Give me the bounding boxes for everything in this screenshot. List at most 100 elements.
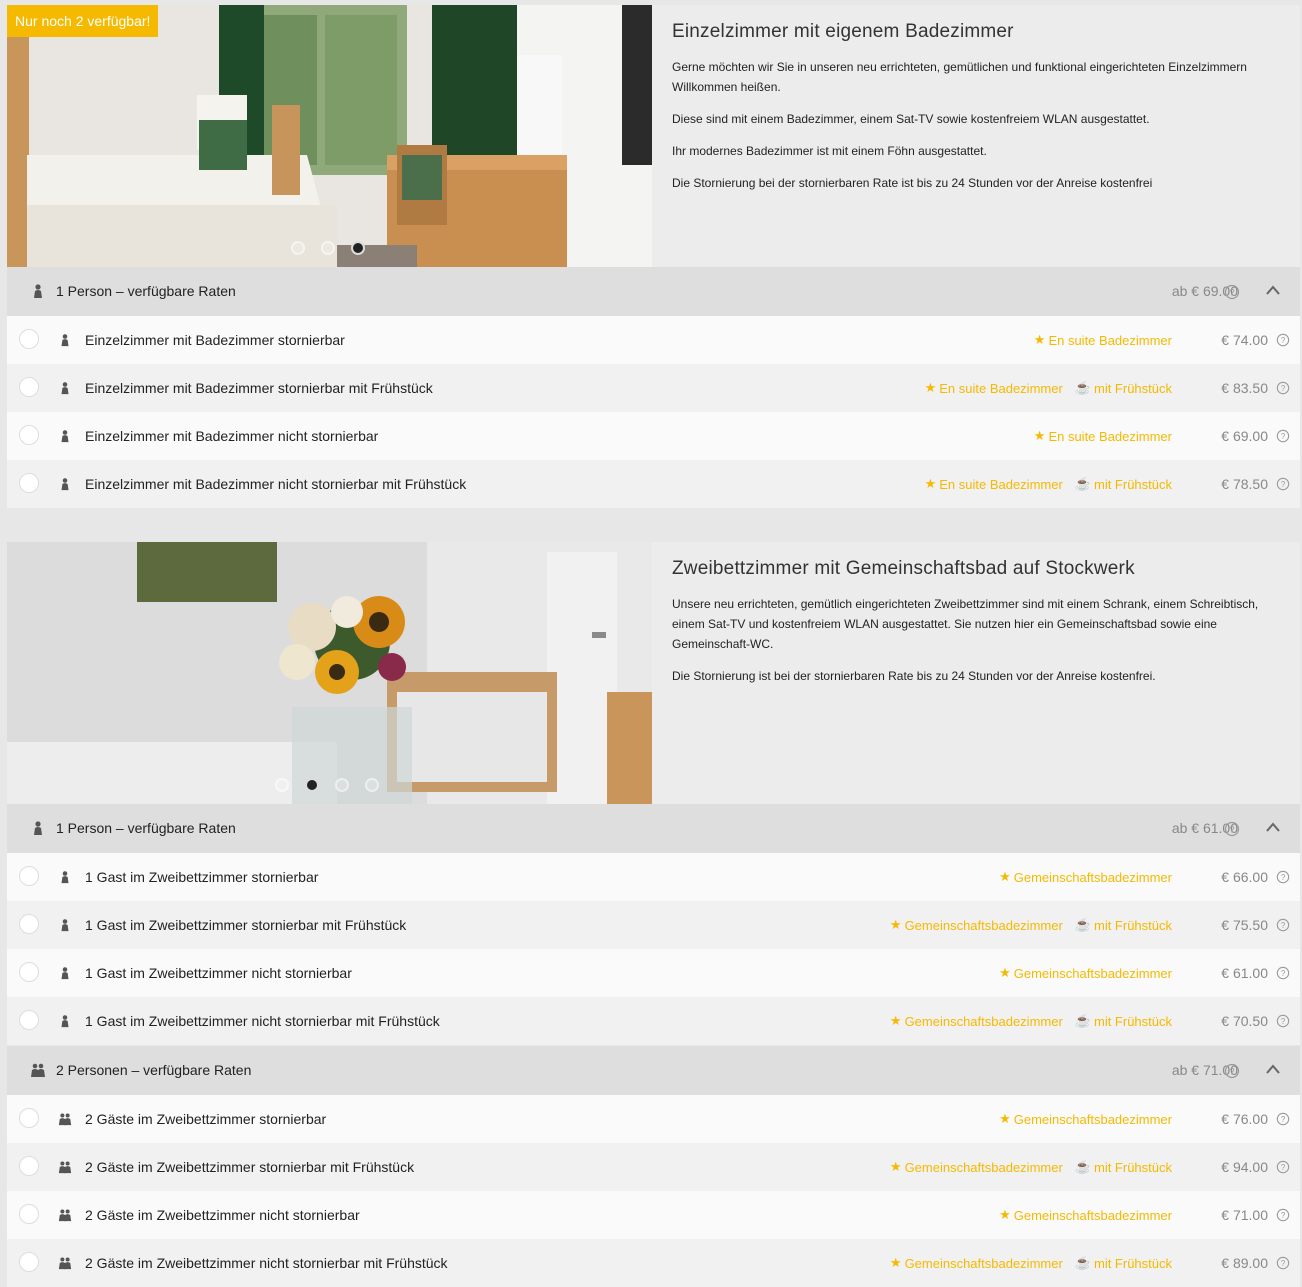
chevron-up-icon[interactable] <box>1265 1063 1281 1075</box>
rate-name: 2 Gäste im Zweibettzimmer stornierbar mi… <box>85 1159 415 1175</box>
rate-radio[interactable] <box>19 1010 39 1030</box>
star-icon: ★ <box>1033 332 1046 347</box>
star-icon: ★ <box>999 1111 1011 1126</box>
carousel-dot-active[interactable] <box>351 241 365 255</box>
help-icon[interactable]: ? <box>1276 1014 1290 1028</box>
carousel-dot[interactable] <box>365 778 379 792</box>
rate-name: Einzelzimmer mit Badezimmer stornierbar <box>85 332 345 348</box>
star-icon: ★ <box>889 1013 902 1028</box>
rate-radio[interactable] <box>19 962 39 982</box>
rate-row[interactable]: 2 Gäste im Zweibettzimmer nicht stornier… <box>7 1239 1300 1287</box>
help-icon[interactable]: ? <box>1276 1160 1290 1174</box>
room-description: Einzelzimmer mit eigenem Badezimmer Gern… <box>672 21 1272 205</box>
svg-text:?: ? <box>1229 1067 1234 1077</box>
rate-row[interactable]: Einzelzimmer mit Badezimmer stornierbar … <box>7 316 1300 364</box>
carousel-dot[interactable] <box>291 241 305 255</box>
chevron-up-icon[interactable] <box>1265 821 1281 833</box>
room-summary: Zweibettzimmer mit Gemeinschaftsbad auf … <box>7 542 1300 804</box>
two-persons-icon <box>58 1161 72 1174</box>
rate-tags: ★ Gemeinschaftsbadezimmer <box>999 1207 1172 1223</box>
rate-row[interactable]: 1 Gast im Zweibettzimmer nicht stornierb… <box>7 997 1300 1045</box>
rate-tag: ★ En suite Badezimmer <box>1033 428 1172 444</box>
rate-radio[interactable] <box>19 473 39 493</box>
carousel-dot[interactable] <box>335 778 349 792</box>
help-icon[interactable]: ? <box>1276 1112 1290 1126</box>
rate-radio[interactable] <box>19 377 39 397</box>
rate-name: 1 Gast im Zweibettzimmer stornierbar mit… <box>85 917 407 933</box>
rate-radio[interactable] <box>19 1108 39 1128</box>
rate-name: 2 Gäste im Zweibettzimmer nicht stornier… <box>85 1255 448 1271</box>
rate-row[interactable]: 2 Gäste im Zweibettzimmer stornierbar mi… <box>7 1143 1300 1191</box>
carousel-dot[interactable] <box>321 241 335 255</box>
room-photo-carousel[interactable]: Nur noch 2 verfügbar! <box>7 5 652 267</box>
rate-row[interactable]: 2 Gäste im Zweibettzimmer stornierbar ★ G… <box>7 1095 1300 1143</box>
help-icon[interactable]: ? <box>1276 333 1290 347</box>
svg-text:?: ? <box>1281 1163 1286 1172</box>
help-icon[interactable]: ? <box>1224 1063 1240 1079</box>
rate-group-header[interactable]: 1 Person – verfügbare Raten ab € 61.00 ? <box>7 804 1300 853</box>
rate-group-header[interactable]: 1 Person – verfügbare Raten ab € 69.00 ? <box>7 267 1300 316</box>
rate-radio[interactable] <box>19 1204 39 1224</box>
rate-radio[interactable] <box>19 329 39 349</box>
room-photo-carousel[interactable] <box>7 542 652 804</box>
rate-radio[interactable] <box>19 914 39 934</box>
rate-radio[interactable] <box>19 1252 39 1272</box>
room-description-paragraph: Die Stornierung ist bei der stornierbare… <box>672 669 1156 683</box>
rate-group-label: 2 Personen – verfügbare Raten <box>56 1062 252 1078</box>
rate-row[interactable]: Einzelzimmer mit Badezimmer stornierbar … <box>7 364 1300 412</box>
star-icon: ★ <box>889 917 902 932</box>
svg-text:?: ? <box>1229 288 1234 298</box>
rate-radio[interactable] <box>19 425 39 445</box>
single-person-icon <box>61 334 69 347</box>
rate-price: € 75.50 <box>1221 917 1268 933</box>
rate-tags: ★ En suite Badezimmer <box>1034 332 1172 348</box>
carousel-dots <box>275 778 379 792</box>
carousel-dots <box>291 241 365 255</box>
help-icon[interactable]: ? <box>1276 918 1290 932</box>
help-icon[interactable]: ? <box>1276 429 1290 443</box>
help-icon[interactable]: ? <box>1276 1256 1290 1270</box>
help-icon[interactable]: ? <box>1224 821 1240 837</box>
rate-name: Einzelzimmer mit Badezimmer nicht storni… <box>85 476 467 492</box>
help-icon[interactable]: ? <box>1276 381 1290 395</box>
rate-name: 1 Gast im Zweibettzimmer stornierbar <box>85 869 319 885</box>
svg-text:?: ? <box>1281 384 1286 393</box>
rate-row[interactable]: Einzelzimmer mit Badezimmer nicht storni… <box>7 460 1300 508</box>
help-icon[interactable]: ? <box>1224 284 1240 300</box>
rate-row[interactable]: Einzelzimmer mit Badezimmer nicht storni… <box>7 412 1300 460</box>
rate-name: 1 Gast im Zweibettzimmer nicht stornierb… <box>85 965 352 981</box>
rate-tags: ★ Gemeinschaftsbadezimmer ☕ mit Frühstück <box>890 1013 1172 1029</box>
rate-tags: ★ Gemeinschaftsbadezimmer ☕ mit Frühstück <box>890 1255 1172 1271</box>
rate-tag: ★ Gemeinschaftsbadezimmer <box>999 869 1172 885</box>
two-persons-icon <box>58 1209 72 1222</box>
rate-group-header[interactable]: 2 Personen – verfügbare Raten ab € 71.00… <box>7 1046 1300 1095</box>
single-person-icon <box>61 1015 69 1028</box>
chevron-up-icon[interactable] <box>1265 284 1281 296</box>
rate-tag: ★ Gemeinschaftsbadezimmer <box>999 1207 1172 1223</box>
help-icon[interactable]: ? <box>1276 870 1290 884</box>
help-icon[interactable]: ? <box>1276 1208 1290 1222</box>
carousel-dot[interactable] <box>275 778 289 792</box>
rate-tags: ★ Gemeinschaftsbadezimmer ☕ mit Frühstück <box>890 917 1172 933</box>
room-description-paragraph: Gerne möchten wir Sie in unseren neu err… <box>672 60 1247 94</box>
coffee-cup-icon: ☕ <box>1074 1159 1091 1174</box>
svg-text:?: ? <box>1281 1259 1286 1268</box>
help-icon[interactable]: ? <box>1276 966 1290 980</box>
rate-row[interactable]: 1 Gast im Zweibettzimmer stornierbar mit… <box>7 901 1300 949</box>
rate-tag: ☕ mit Frühstück <box>1074 1013 1172 1029</box>
svg-text:?: ? <box>1281 432 1286 441</box>
rate-radio[interactable] <box>19 866 39 886</box>
single-person-icon <box>61 478 69 491</box>
rate-tag: ★ Gemeinschaftsbadezimmer <box>999 965 1172 981</box>
help-icon[interactable]: ? <box>1276 477 1290 491</box>
rate-tag: ☕ mit Frühstück <box>1074 1159 1172 1175</box>
rate-row[interactable]: 2 Gäste im Zweibettzimmer nicht stornier… <box>7 1191 1300 1239</box>
rate-tag: ★ Gemeinschaftsbadezimmer <box>889 1013 1063 1029</box>
rate-radio[interactable] <box>19 1156 39 1176</box>
rate-tag: ★ Gemeinschaftsbadezimmer <box>889 1159 1063 1175</box>
carousel-dot-active[interactable] <box>305 778 319 792</box>
rate-row[interactable]: 1 Gast im Zweibettzimmer stornierbar ★ Ge… <box>7 853 1300 901</box>
rate-tag: ★ Gemeinschaftsbadezimmer <box>889 917 1063 933</box>
room-title: Zweibettzimmer mit Gemeinschaftsbad auf … <box>672 558 1135 579</box>
rate-row[interactable]: 1 Gast im Zweibettzimmer nicht stornierb… <box>7 949 1300 997</box>
